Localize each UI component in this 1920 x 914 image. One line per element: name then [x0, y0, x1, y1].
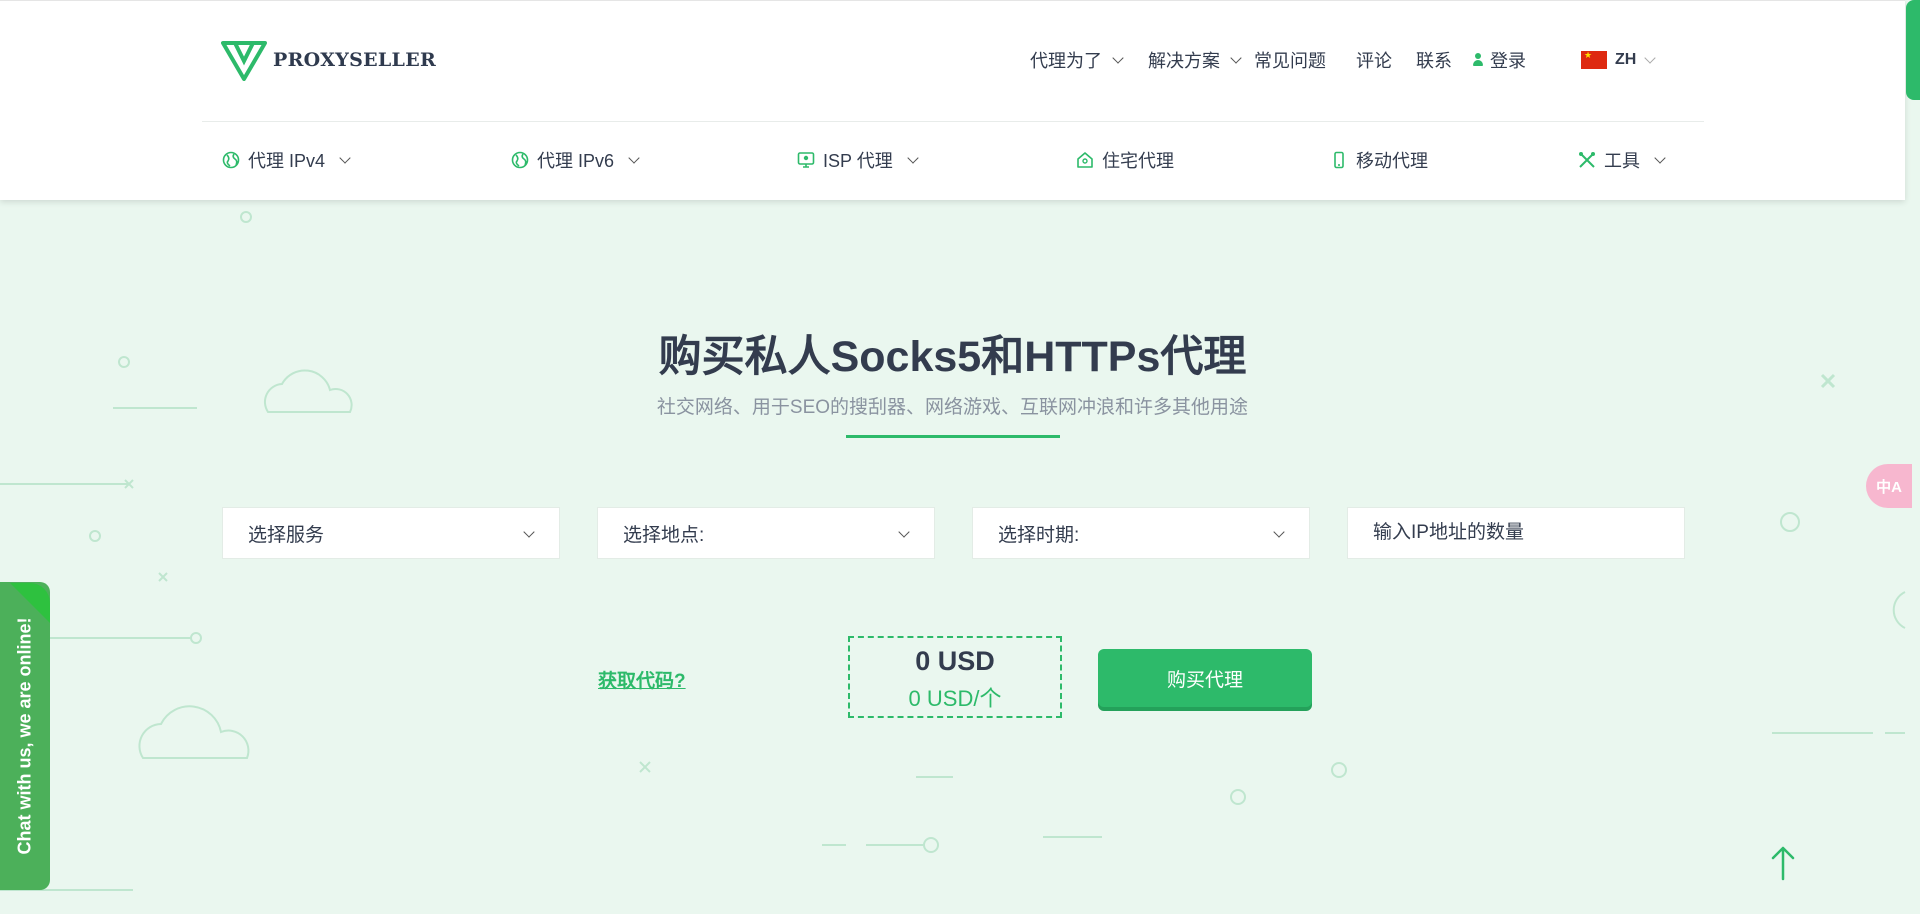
- location-select[interactable]: 选择地点:: [597, 507, 935, 559]
- subnav-mobile[interactable]: 移动代理: [1330, 147, 1428, 173]
- top-nav: 代理为了 解决方案 常见问题 评论 联系 登录 ZH: [1030, 47, 1656, 73]
- nav-contact[interactable]: 联系: [1416, 47, 1452, 73]
- chevron-down-icon: [1230, 52, 1242, 64]
- location-select-value: 选择地点:: [623, 524, 705, 546]
- chevron-down-icon: [1654, 152, 1666, 164]
- site-header: PROXYSELLER 代理为了 解决方案 常见问题 评论 联系 登录 ZH 代…: [0, 0, 1905, 200]
- title-underline: [846, 435, 1060, 438]
- header-divider: [202, 121, 1704, 122]
- total-price: 0 USD: [915, 646, 995, 676]
- subnav-ipv6[interactable]: 代理 IPv6: [511, 147, 640, 173]
- nav-solutions-label: 解决方案: [1148, 51, 1220, 71]
- period-select-value: 选择时期:: [998, 524, 1080, 546]
- nav-proxy-for-label: 代理为了: [1030, 51, 1102, 71]
- page-title: 购买私人Socks5和HTTPs代理: [658, 333, 1247, 381]
- subnav-tools-label: 工具: [1604, 151, 1640, 171]
- subnav-ipv4[interactable]: 代理 IPv4: [222, 147, 351, 173]
- chevron-down-icon: [523, 526, 535, 538]
- subnav-residential[interactable]: 住宅代理: [1076, 147, 1174, 173]
- translate-icon: 中A: [1876, 478, 1902, 496]
- nav-faq[interactable]: 常见问题: [1254, 47, 1326, 73]
- ip-quantity-input[interactable]: [1347, 507, 1685, 559]
- scroll-to-top-icon[interactable]: [1770, 845, 1796, 881]
- translate-button[interactable]: 中A: [1866, 464, 1912, 508]
- logo[interactable]: PROXYSELLER: [221, 39, 436, 81]
- price-summary: 0 USD 0 USD/个: [848, 636, 1062, 718]
- subnav-residential-label: 住宅代理: [1102, 151, 1174, 171]
- subnav-mobile-label: 移动代理: [1356, 151, 1428, 171]
- chevron-down-icon: [1112, 52, 1124, 64]
- chevron-down-icon: [339, 152, 351, 164]
- nav-solutions[interactable]: 解决方案: [1148, 47, 1242, 73]
- login-label: 登录: [1490, 51, 1526, 71]
- chevron-down-icon: [1644, 52, 1656, 64]
- globe-icon: [511, 151, 529, 169]
- nav-proxy-for[interactable]: 代理为了: [1030, 47, 1124, 73]
- language-label: ZH: [1615, 51, 1637, 68]
- period-select[interactable]: 选择时期:: [972, 507, 1310, 559]
- logo-text: PROXYSELLER: [273, 49, 437, 71]
- tools-icon: [1579, 152, 1595, 168]
- promo-code-link[interactable]: 获取代码?: [598, 666, 686, 693]
- login-link[interactable]: 登录: [1472, 47, 1526, 73]
- chevron-down-icon: [907, 152, 919, 164]
- subnav-ipv4-label: 代理 IPv4: [248, 151, 326, 171]
- nav-reviews[interactable]: 评论: [1356, 47, 1392, 73]
- chevron-down-icon: [628, 152, 640, 164]
- unit-price: 0 USD/个: [908, 686, 1002, 711]
- buy-proxy-button[interactable]: 购买代理: [1098, 649, 1312, 707]
- home-icon: [1077, 152, 1093, 168]
- subnav-ipv6-label: 代理 IPv6: [537, 151, 615, 171]
- china-flag-icon: [1581, 50, 1607, 69]
- isp-icon: [797, 152, 815, 168]
- side-accent-tab[interactable]: [1906, 0, 1920, 100]
- subnav-tools[interactable]: 工具: [1578, 147, 1666, 173]
- user-icon: [1472, 53, 1484, 67]
- chevron-down-icon: [898, 526, 910, 538]
- mobile-phone-icon: [1334, 151, 1344, 169]
- chevron-down-icon: [1273, 526, 1285, 538]
- globe-icon: [222, 151, 240, 169]
- subnav-isp[interactable]: ISP 代理: [797, 147, 919, 173]
- language-selector[interactable]: ZH: [1581, 50, 1656, 69]
- proxyseller-logo-icon: [221, 41, 267, 81]
- chat-widget-label[interactable]: Chat with us, we are online!: [15, 617, 36, 854]
- subnav-isp-label: ISP 代理: [823, 151, 893, 171]
- page-subtitle: 社交网络、用于SEO的搜刮器、网络游戏、互联网冲浪和许多其他用途: [656, 397, 1249, 418]
- service-select[interactable]: 选择服务: [222, 507, 560, 559]
- service-select-value: 选择服务: [248, 524, 325, 546]
